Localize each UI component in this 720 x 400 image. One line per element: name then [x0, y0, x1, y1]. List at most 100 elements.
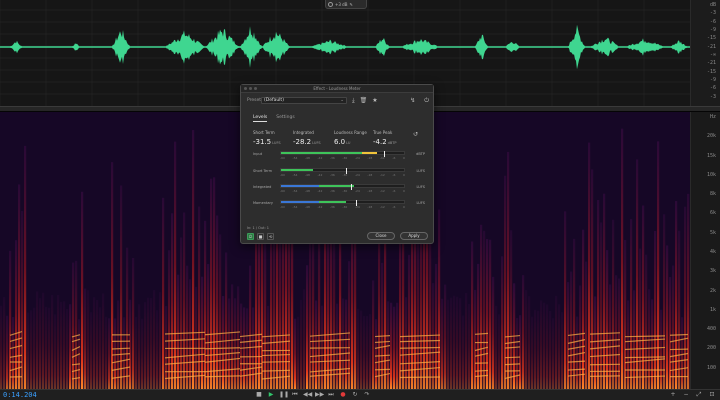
ruler-label: 10k: [706, 171, 716, 178]
time-display: 0:14.204: [3, 391, 37, 399]
play-icon[interactable]: ▶: [267, 391, 275, 399]
loop-preview-icon[interactable]: ⟲: [267, 233, 274, 240]
tick-label: -36: [329, 189, 335, 193]
delete-preset-icon[interactable]: 🗑: [360, 97, 368, 104]
loop-icon[interactable]: ↻: [351, 391, 359, 399]
tick-label: -42: [317, 156, 323, 160]
stat-value: -31.5: [253, 138, 272, 146]
minimize-dot-icon[interactable]: [249, 87, 252, 90]
tick-label: -24: [354, 156, 360, 160]
tick-label: -42: [317, 189, 323, 193]
dialog-title-text: Effect - Loudness Meter: [313, 86, 361, 91]
ruler-label: -21: [706, 60, 716, 67]
pin-icon[interactable]: ✎: [349, 2, 352, 7]
ruler-label: 200: [706, 345, 716, 352]
ruler-label: 3k: [709, 268, 716, 275]
reset-icon[interactable]: ↺: [413, 131, 418, 138]
hud-zoom-value: +3 dB: [335, 1, 348, 7]
tick-label: -30: [342, 189, 348, 193]
zoom-dot-icon[interactable]: [254, 87, 257, 90]
close-button[interactable]: Close: [367, 232, 395, 240]
tick-label: -18: [367, 156, 373, 160]
meter-fill-green: [281, 152, 363, 154]
meter-fill-green: [319, 185, 354, 187]
chevron-down-icon: ⌄: [340, 98, 344, 103]
pause-icon[interactable]: ❚❚: [279, 391, 289, 399]
dialog-title[interactable]: Effect - Loudness Meter: [241, 85, 433, 93]
tick-label: -54: [292, 156, 298, 160]
tick-label: -42: [317, 173, 323, 177]
tick-label: -6: [392, 189, 396, 193]
tick-label: -18: [367, 205, 373, 209]
ruler-label: 8k: [709, 191, 716, 198]
tick-label: -60: [280, 205, 285, 209]
stat-unit: dBTP: [387, 141, 397, 145]
meter-track: [280, 151, 405, 157]
transport-bar: 0:14.204 ■ ▶ ❚❚ ⏮ ◀◀ ▶▶ ⏭ ● ↻ ↷ + − ⤢ ⊡: [0, 389, 720, 400]
tab-levels[interactable]: Levels: [253, 115, 268, 122]
tick-label: 0: [402, 156, 405, 160]
stat-value: 6.0: [334, 138, 346, 146]
stat-label: True Peak: [373, 130, 393, 135]
volume-knob-icon[interactable]: [328, 1, 333, 7]
preset-dropdown[interactable]: (Default) ⌄: [261, 97, 347, 104]
power-icon[interactable]: ⏻: [424, 97, 429, 105]
tick-label: -6: [392, 173, 396, 177]
tick-label: -60: [280, 173, 285, 177]
tick-label: -30: [342, 156, 348, 160]
stat-true-peak: True Peak -4.2dBTP: [373, 130, 397, 146]
meter-label: Input: [253, 152, 263, 156]
ruler-label: -9: [709, 27, 716, 33]
zoom-in-icon[interactable]: +: [669, 391, 677, 399]
close-dot-icon[interactable]: [244, 87, 247, 90]
ruler-label: 4k: [709, 249, 716, 255]
loudness-meter-dialog: Effect - Loudness Meter Presets: (Defaul…: [240, 84, 434, 244]
apply-button[interactable]: Apply: [400, 232, 428, 240]
favorite-star-icon[interactable]: ★: [372, 97, 377, 104]
tick-label: -24: [354, 173, 360, 177]
meter-fill-green: [319, 201, 347, 203]
go-to-start-icon[interactable]: ⏮: [291, 391, 299, 399]
tick-label: -36: [329, 173, 335, 177]
power-toggle-icon[interactable]: ⏻: [247, 233, 254, 240]
tab-settings[interactable]: Settings: [276, 115, 294, 122]
tick-label: -48: [304, 205, 310, 209]
meter-ticks: -60 -54 -48 -42 -36 -30 -24 -18 -12 -6 0: [280, 156, 405, 160]
zoom-out-icon[interactable]: −: [682, 391, 690, 399]
stat-integrated: Integrated -28.2LUFS: [293, 130, 321, 146]
save-preset-icon[interactable]: ⤓: [352, 97, 355, 105]
tick-label: -42: [317, 205, 323, 209]
ruler-label: 15k: [706, 152, 716, 159]
rewind-icon[interactable]: ◀◀: [303, 391, 312, 399]
fast-forward-icon[interactable]: ▶▶: [315, 391, 324, 399]
presets-label: Presets:: [247, 98, 265, 103]
meter-track: [280, 184, 405, 190]
io-label: In: 1 / Out: 1: [247, 226, 270, 230]
stat-loudness-range: Loudness Range 6.0LU: [334, 130, 367, 146]
ruler-label: 400: [706, 326, 716, 333]
stat-unit: LU: [346, 141, 351, 145]
stat-label: Integrated: [293, 130, 314, 135]
meter-row: Integrated LUFS -60 -54 -48 -42 -36 -30 -24 -18 -1…: [253, 184, 425, 196]
go-to-end-icon[interactable]: ⏭: [327, 391, 335, 399]
dialog-tabs: Levels Settings: [253, 115, 295, 122]
stop-icon[interactable]: ■: [255, 391, 263, 399]
record-icon[interactable]: ●: [339, 391, 347, 399]
tick-label: -36: [329, 156, 335, 160]
tick-label: -12: [379, 205, 385, 209]
stop-preview-icon[interactable]: ■: [257, 233, 264, 240]
ruler-label: -6: [709, 18, 716, 25]
zoom-full-icon[interactable]: ⤢: [695, 391, 703, 399]
ruler-label: -3: [709, 10, 716, 17]
tick-label: -18: [367, 173, 373, 177]
tick-label: 0: [402, 205, 405, 209]
ruler-label: -∞: [709, 52, 716, 58]
zoom-selection-icon[interactable]: ⊡: [708, 391, 716, 399]
route-icon[interactable]: ↯: [410, 97, 415, 105]
frequency-ruler: Hz 20k 15k 10k 8k 6k 5k 4k 3k 2k 1k 400 200 100: [690, 112, 720, 389]
meter-unit: LUFS: [416, 185, 425, 189]
skip-icon[interactable]: ↷: [363, 391, 371, 399]
ruler-label: -21: [706, 43, 716, 50]
ruler-label: 6k: [709, 210, 716, 217]
tick-label: -12: [379, 173, 385, 177]
